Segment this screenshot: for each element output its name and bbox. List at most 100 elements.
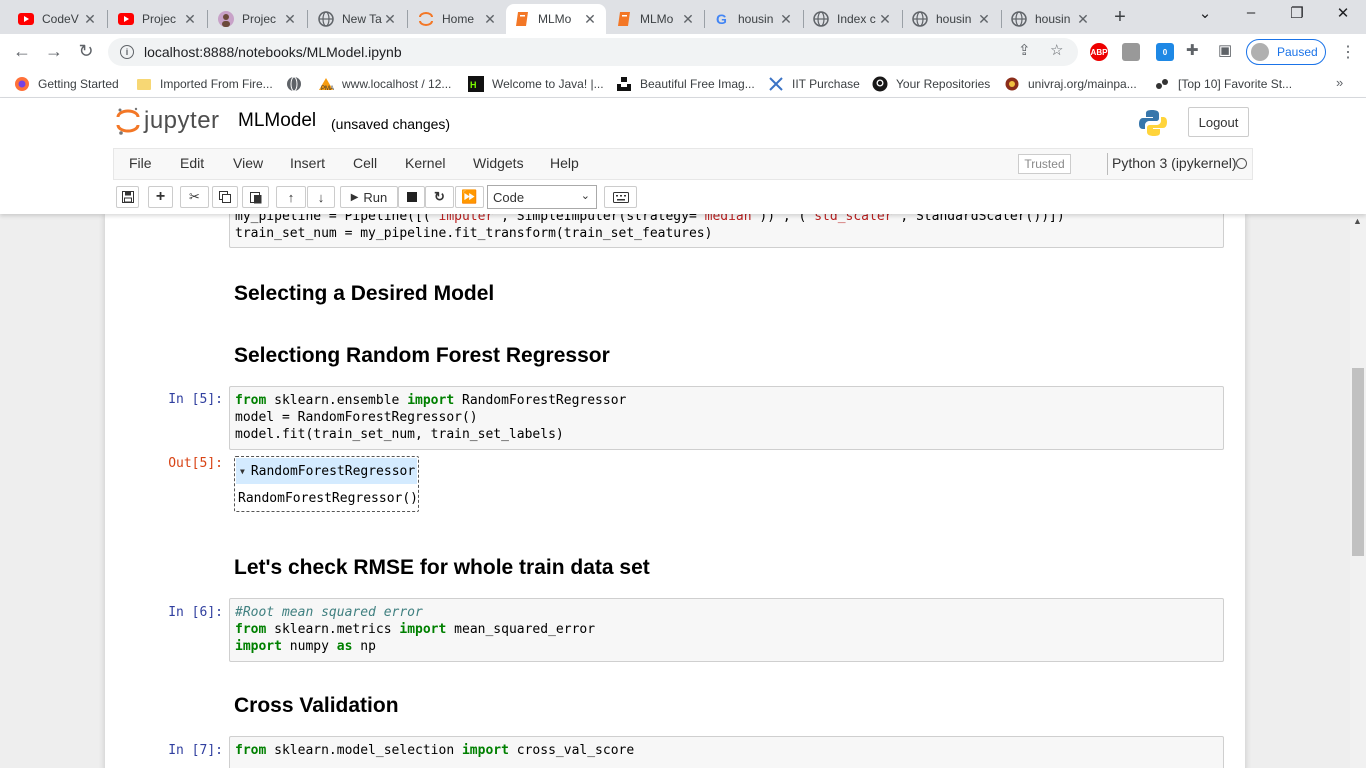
tab-project-2[interactable]: Projec ✕ (210, 4, 306, 34)
menu-file[interactable]: File (129, 155, 152, 171)
bookmark-star-icon[interactable]: ☆ (1050, 41, 1063, 59)
bookmark-univraj[interactable]: univraj.org/mainpa... (1004, 76, 1137, 92)
move-down-button[interactable]: ↓ (307, 186, 335, 208)
restart-button[interactable]: ↻ (425, 186, 454, 208)
close-icon[interactable]: ✕ (182, 11, 198, 28)
bookmark-phpmyadmin[interactable]: PMA www.localhost / 12... (318, 76, 451, 92)
close-icon[interactable]: ✕ (680, 11, 696, 28)
forward-icon[interactable]: → (42, 41, 66, 62)
tab-housing-3[interactable]: housin ✕ (1003, 4, 1099, 34)
cut-button[interactable]: ✂ (180, 186, 209, 208)
bookmark-imported[interactable]: Imported From Fire... (136, 76, 273, 92)
tab-new-tab[interactable]: New Ta ✕ (310, 4, 406, 34)
move-up-button[interactable]: ↑ (276, 186, 306, 208)
extension-icon[interactable] (1122, 43, 1140, 61)
folder-icon (136, 76, 152, 92)
tab-housing-google[interactable]: G housin ✕ (706, 4, 802, 34)
code-cell-6[interactable]: #Root mean squared error from sklearn.me… (229, 598, 1224, 662)
extension-counter-icon[interactable]: 0 (1156, 43, 1174, 61)
run-all-button[interactable]: ⏩ (455, 186, 484, 208)
bookmark-github[interactable]: Your Repositories (872, 76, 990, 92)
adblock-icon[interactable]: ABP (1090, 43, 1108, 61)
menu-edit[interactable]: Edit (180, 155, 204, 171)
scroll-up-icon[interactable]: ▲ (1353, 216, 1362, 226)
bookmark-iit[interactable]: IIT Purchase (768, 76, 860, 92)
estimator-output: ▼ RandomForestRegressor RandomForestRegr… (234, 456, 419, 512)
code-cell-prev[interactable]: my_pipeline = Pipeline([('imputer', Simp… (229, 214, 1224, 248)
minimize-button[interactable]: – (1236, 4, 1266, 21)
menu-insert[interactable]: Insert (290, 155, 325, 171)
close-icon[interactable]: ✕ (1075, 11, 1091, 28)
restore-button[interactable]: ❐ (1282, 4, 1312, 22)
copy-icon (219, 191, 231, 203)
close-window-button[interactable]: ✕ (1328, 4, 1358, 22)
run-button[interactable]: ▶ Run (340, 186, 398, 208)
code-cell-5[interactable]: from sklearn.ensemble import RandomFores… (229, 386, 1224, 450)
notebook-name[interactable]: MLModel (238, 110, 316, 132)
menu-kernel[interactable]: Kernel (405, 155, 445, 171)
tab-index[interactable]: Index c ✕ (805, 4, 901, 34)
notebook-container: my_pipeline = Pipeline([('imputer', Simp… (105, 214, 1245, 768)
tab-mlmodel-active[interactable]: MLMo ✕ (506, 4, 606, 34)
close-icon[interactable]: ✕ (382, 11, 398, 28)
cell-type-select[interactable]: Code ⌄ (487, 185, 597, 209)
tab-project-1[interactable]: Projec ✕ (110, 4, 206, 34)
bookmark-getting-started[interactable]: Getting Started (14, 76, 119, 92)
profile-button[interactable]: Paused (1246, 39, 1326, 65)
tab-strip: CodeV ✕ Projec ✕ Projec ✕ New Ta ✕ Home … (0, 0, 1366, 34)
bookmark-java[interactable]: H Welcome to Java! |... (468, 76, 604, 92)
menu-cell[interactable]: Cell (353, 155, 377, 171)
trusted-badge[interactable]: Trusted (1018, 154, 1071, 174)
reload-icon[interactable]: ↻ (74, 41, 98, 62)
menu-dots-icon[interactable]: ⋮ (1340, 42, 1356, 62)
close-icon[interactable]: ✕ (582, 11, 598, 28)
close-icon[interactable]: ✕ (778, 11, 794, 28)
logout-button[interactable]: Logout (1188, 107, 1249, 137)
close-icon[interactable]: ✕ (282, 11, 298, 28)
in-prompt-7: In [7]: (168, 743, 223, 758)
puzzle-icon[interactable]: ✚ (1186, 41, 1199, 59)
back-icon[interactable]: ← (10, 41, 34, 62)
kernel-name[interactable]: Python 3 (ipykernel) (1112, 155, 1237, 171)
tab-mlmodel-2[interactable]: MLMo ✕ (608, 4, 704, 34)
code-cell-7[interactable]: from sklearn.model_selection import cros… (229, 736, 1224, 768)
side-panel-icon[interactable]: ▣ (1218, 41, 1232, 59)
command-palette-button[interactable] (604, 186, 637, 208)
interrupt-button[interactable] (398, 186, 425, 208)
tab-codev[interactable]: CodeV ✕ (10, 4, 106, 34)
close-icon[interactable]: ✕ (877, 11, 893, 28)
scroll-thumb[interactable] (1352, 368, 1364, 556)
menu-widgets[interactable]: Widgets (473, 155, 524, 171)
save-button[interactable] (116, 186, 139, 208)
info-icon[interactable]: i (120, 45, 134, 59)
tab-search-icon[interactable]: ⌄ (1190, 4, 1220, 22)
paste-button[interactable] (242, 186, 269, 208)
estimator-toggle[interactable]: ▼ RandomForestRegressor (236, 458, 417, 484)
bookmark-top10[interactable]: [Top 10] Favorite St... (1154, 76, 1292, 92)
insert-cell-button[interactable]: + (148, 186, 173, 208)
url-text: localhost:8888/notebooks/MLModel.ipynb (144, 44, 402, 60)
page-scrollbar[interactable]: ▲ (1350, 214, 1366, 768)
copy-button[interactable] (212, 186, 238, 208)
share-icon[interactable]: ⇪ (1018, 41, 1031, 59)
play-icon: ▶ (350, 191, 359, 203)
fast-forward-icon: ⏩ (461, 189, 478, 204)
jupyter-logo[interactable]: jupyter (116, 106, 220, 136)
tab-housing-2[interactable]: housin ✕ (904, 4, 1000, 34)
tab-home[interactable]: Home ✕ (410, 4, 506, 34)
menu-help[interactable]: Help (550, 155, 579, 171)
close-icon[interactable]: ✕ (82, 11, 98, 28)
svg-text:PMA: PMA (321, 86, 334, 92)
chevron-right-icon[interactable]: » (1336, 75, 1343, 90)
new-tab-button[interactable]: + (1108, 6, 1132, 29)
close-icon[interactable]: ✕ (482, 11, 498, 28)
bookmark-unsplash[interactable]: Beautiful Free Imag... (616, 76, 755, 92)
close-icon[interactable]: ✕ (976, 11, 992, 28)
youtube-icon (18, 11, 34, 27)
globe-icon (912, 11, 928, 27)
phpmyadmin-icon: PMA (318, 76, 334, 92)
bookmark-globe[interactable] (286, 76, 310, 92)
menu-view[interactable]: View (233, 155, 263, 171)
address-bar[interactable]: i localhost:8888/notebooks/MLModel.ipynb (108, 38, 1078, 66)
notebook-scroll-area[interactable]: my_pipeline = Pipeline([('imputer', Simp… (0, 214, 1350, 768)
